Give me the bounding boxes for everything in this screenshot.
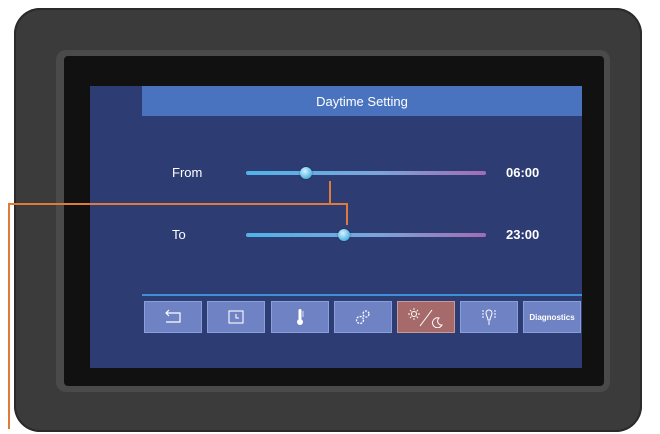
back-icon: [162, 309, 184, 325]
title-bar: Daytime Setting: [142, 86, 582, 116]
toolbar-divider: [142, 294, 582, 296]
callout-vertical-line: [8, 203, 10, 429]
fan-settings-button[interactable]: [334, 301, 392, 333]
to-value: 23:00: [506, 227, 540, 242]
from-label: From: [172, 165, 203, 180]
callout-from-tick: [329, 181, 331, 204]
callout-to-tick: [346, 203, 348, 225]
to-slider-track[interactable]: [246, 233, 486, 237]
touch-screen: Daytime Setting From 06:00 To 23:00 Diag…: [90, 86, 582, 368]
day-night-icon: [406, 306, 446, 328]
to-slider-handle[interactable]: [338, 229, 351, 241]
page-title: Daytime Setting: [316, 93, 408, 109]
to-label: To: [172, 227, 186, 242]
lighting-button[interactable]: [460, 301, 518, 333]
thermometer-icon: [294, 308, 306, 326]
clock-icon: [227, 309, 245, 325]
day-night-button[interactable]: [397, 301, 455, 333]
fan-settings-icon: [353, 308, 373, 326]
from-slider-track[interactable]: [246, 171, 486, 175]
from-value: 06:00: [506, 165, 540, 180]
callout-horizontal-line: [8, 203, 348, 205]
diagnostics-button[interactable]: Diagnostics: [523, 301, 581, 333]
from-slider-handle[interactable]: [300, 167, 312, 179]
back-button[interactable]: [144, 301, 202, 333]
temperature-button[interactable]: [271, 301, 329, 333]
diagnostics-label: Diagnostics: [529, 312, 575, 322]
clock-button[interactable]: [207, 301, 265, 333]
light-bulb-icon: [479, 307, 499, 327]
